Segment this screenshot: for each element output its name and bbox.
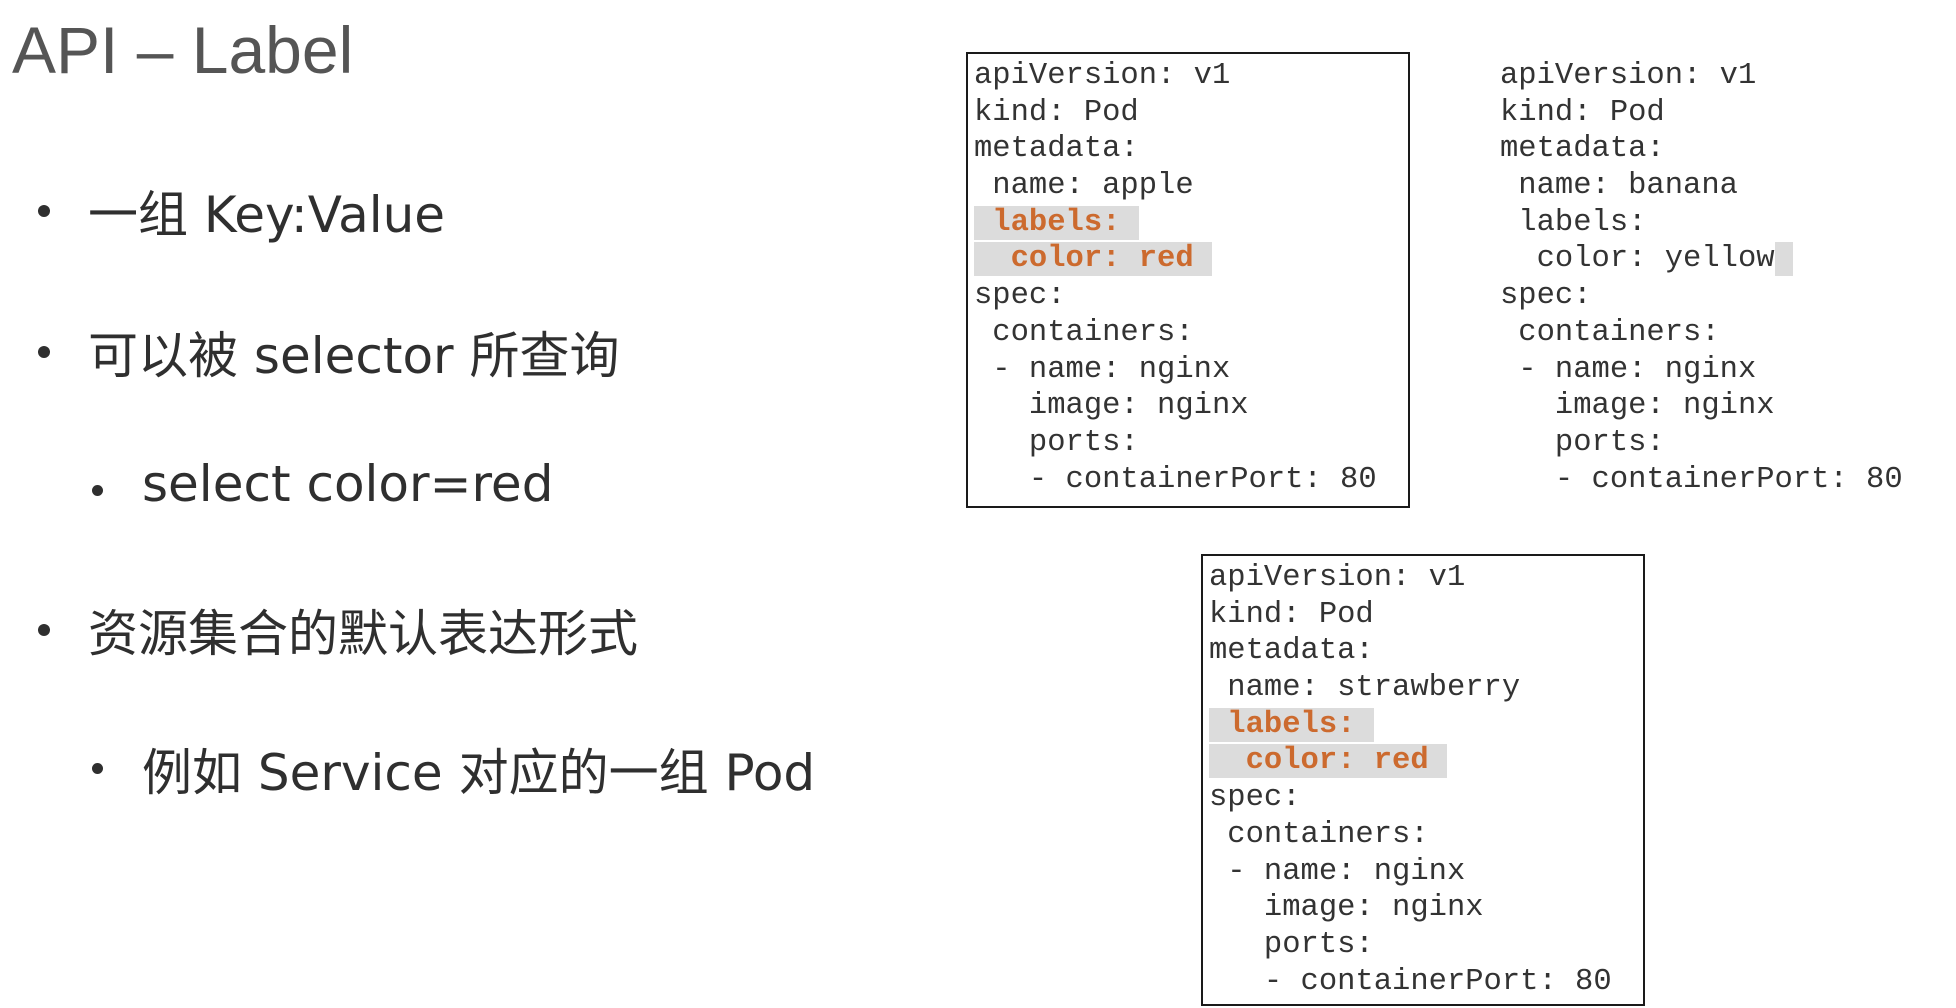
bullet-dot-icon <box>38 205 50 217</box>
yaml-line: - containerPort: 80 <box>974 462 1377 497</box>
bullet-text: 一组 Key:Value <box>88 186 446 244</box>
yaml-line: spec: <box>1500 279 1592 314</box>
label-highlight: color: red <box>1209 744 1429 779</box>
bullet-text: select color=red <box>142 455 554 513</box>
yaml-line: ports: <box>974 425 1139 460</box>
yaml-line: image: nginx <box>1500 389 1775 424</box>
yaml-line: image: nginx <box>1209 891 1484 926</box>
yaml-block-strawberry: apiVersion: v1 kind: Pod metadata: name:… <box>1201 554 1645 1006</box>
yaml-line: - containerPort: 80 <box>1209 964 1612 999</box>
yaml-line: - name: nginx <box>1209 854 1466 889</box>
yaml-line: name: apple <box>974 169 1194 204</box>
yaml-block-banana: apiVersion: v1 kind: Pod metadata: name:… <box>1500 58 1948 508</box>
yaml-line: spec: <box>1209 781 1301 816</box>
yaml-line: kind: Pod <box>1500 95 1665 130</box>
bullet-text: 可以被 selector 所查询 <box>88 327 620 385</box>
yaml-line: containers: <box>974 315 1194 350</box>
yaml-line: ports: <box>1500 425 1665 460</box>
bullet-text: 例如 Service 对应的一组 Pod <box>142 744 816 802</box>
yaml-line: apiVersion: v1 <box>974 59 1231 93</box>
yaml-line: color: yellow <box>1500 241 1948 278</box>
bullet-text: 资源集合的默认表达形式 <box>88 605 638 663</box>
yaml-line: kind: Pod <box>974 95 1139 130</box>
bullet-dot-icon <box>92 763 103 774</box>
bullet-subitem: 例如 Service 对应的一组 Pod <box>92 733 815 805</box>
label-highlight: labels: <box>1209 707 1356 742</box>
label-highlight: color: red <box>974 242 1194 277</box>
yaml-line: kind: Pod <box>1209 597 1374 632</box>
label-highlight: labels: <box>974 205 1121 240</box>
yaml-line: name: banana <box>1500 169 1738 204</box>
yaml-line-highlighted: color: red <box>1209 743 1643 780</box>
label-value: color: yellow <box>1500 242 1775 277</box>
yaml-line: - containerPort: 80 <box>1500 462 1903 497</box>
yaml-line: - name: nginx <box>1500 352 1757 387</box>
bullet-dot-icon <box>92 485 103 496</box>
yaml-line: - name: nginx <box>974 352 1231 387</box>
yaml-line: ports: <box>1209 927 1374 962</box>
yaml-line: metadata: <box>1500 132 1665 167</box>
yaml-line: name: strawberry <box>1209 671 1521 706</box>
yaml-line-highlighted: labels: <box>1209 707 1643 744</box>
yaml-line: metadata: <box>974 132 1139 167</box>
page-title: API – Label <box>12 13 354 87</box>
yaml-line-highlighted: labels: <box>974 205 1408 242</box>
bullet-dot-icon <box>38 346 50 358</box>
yaml-block-apple: apiVersion: v1 kind: Pod metadata: name:… <box>966 52 1410 508</box>
bullet-dot-icon <box>38 624 50 636</box>
bullet-item: 可以被 selector 所查询 <box>38 316 620 388</box>
yaml-line: containers: <box>1209 817 1429 852</box>
yaml-line: spec: <box>974 279 1066 314</box>
yaml-line: metadata: <box>1209 634 1374 669</box>
yaml-line: apiVersion: v1 <box>1209 561 1466 595</box>
yaml-line: labels: <box>1500 205 1647 240</box>
bullet-item: 一组 Key:Value <box>38 175 445 247</box>
yaml-line-highlighted: color: red <box>974 241 1408 278</box>
bullet-subitem: select color=red <box>92 455 553 513</box>
bullet-item: 资源集合的默认表达形式 <box>38 594 638 666</box>
yaml-line: apiVersion: v1 <box>1500 59 1757 93</box>
yaml-line: image: nginx <box>974 389 1249 424</box>
yaml-line: containers: <box>1500 315 1720 350</box>
